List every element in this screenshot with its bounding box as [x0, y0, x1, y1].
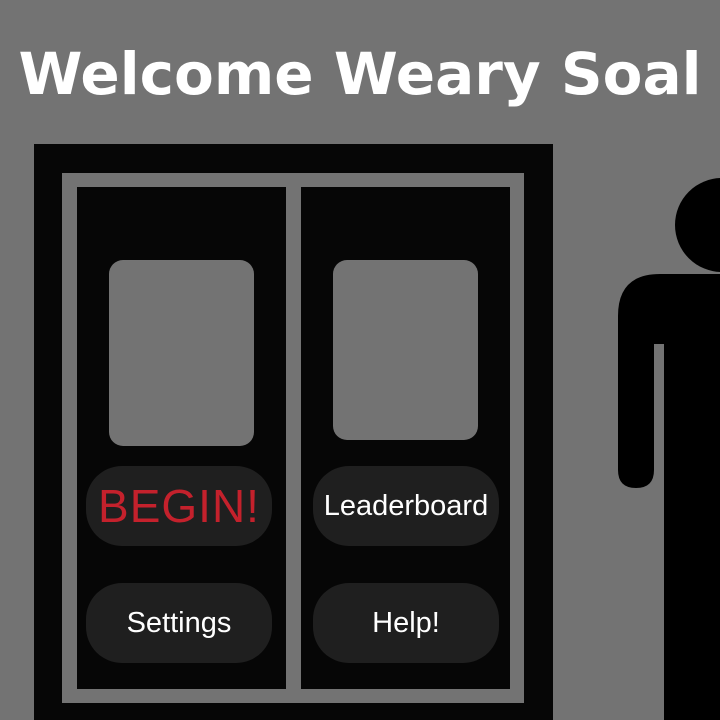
- page-title: Welcome Weary Soal: [18, 40, 702, 108]
- settings-button[interactable]: Settings: [86, 583, 272, 663]
- door-window-left: [109, 260, 254, 446]
- begin-button[interactable]: BEGIN!: [86, 466, 272, 546]
- help-button[interactable]: Help!: [313, 583, 499, 663]
- game-menu-screen: Welcome Weary Soal BEGIN! Leaderboard Se…: [0, 0, 720, 720]
- door-window-right: [333, 260, 478, 440]
- leaderboard-button[interactable]: Leaderboard: [313, 466, 499, 546]
